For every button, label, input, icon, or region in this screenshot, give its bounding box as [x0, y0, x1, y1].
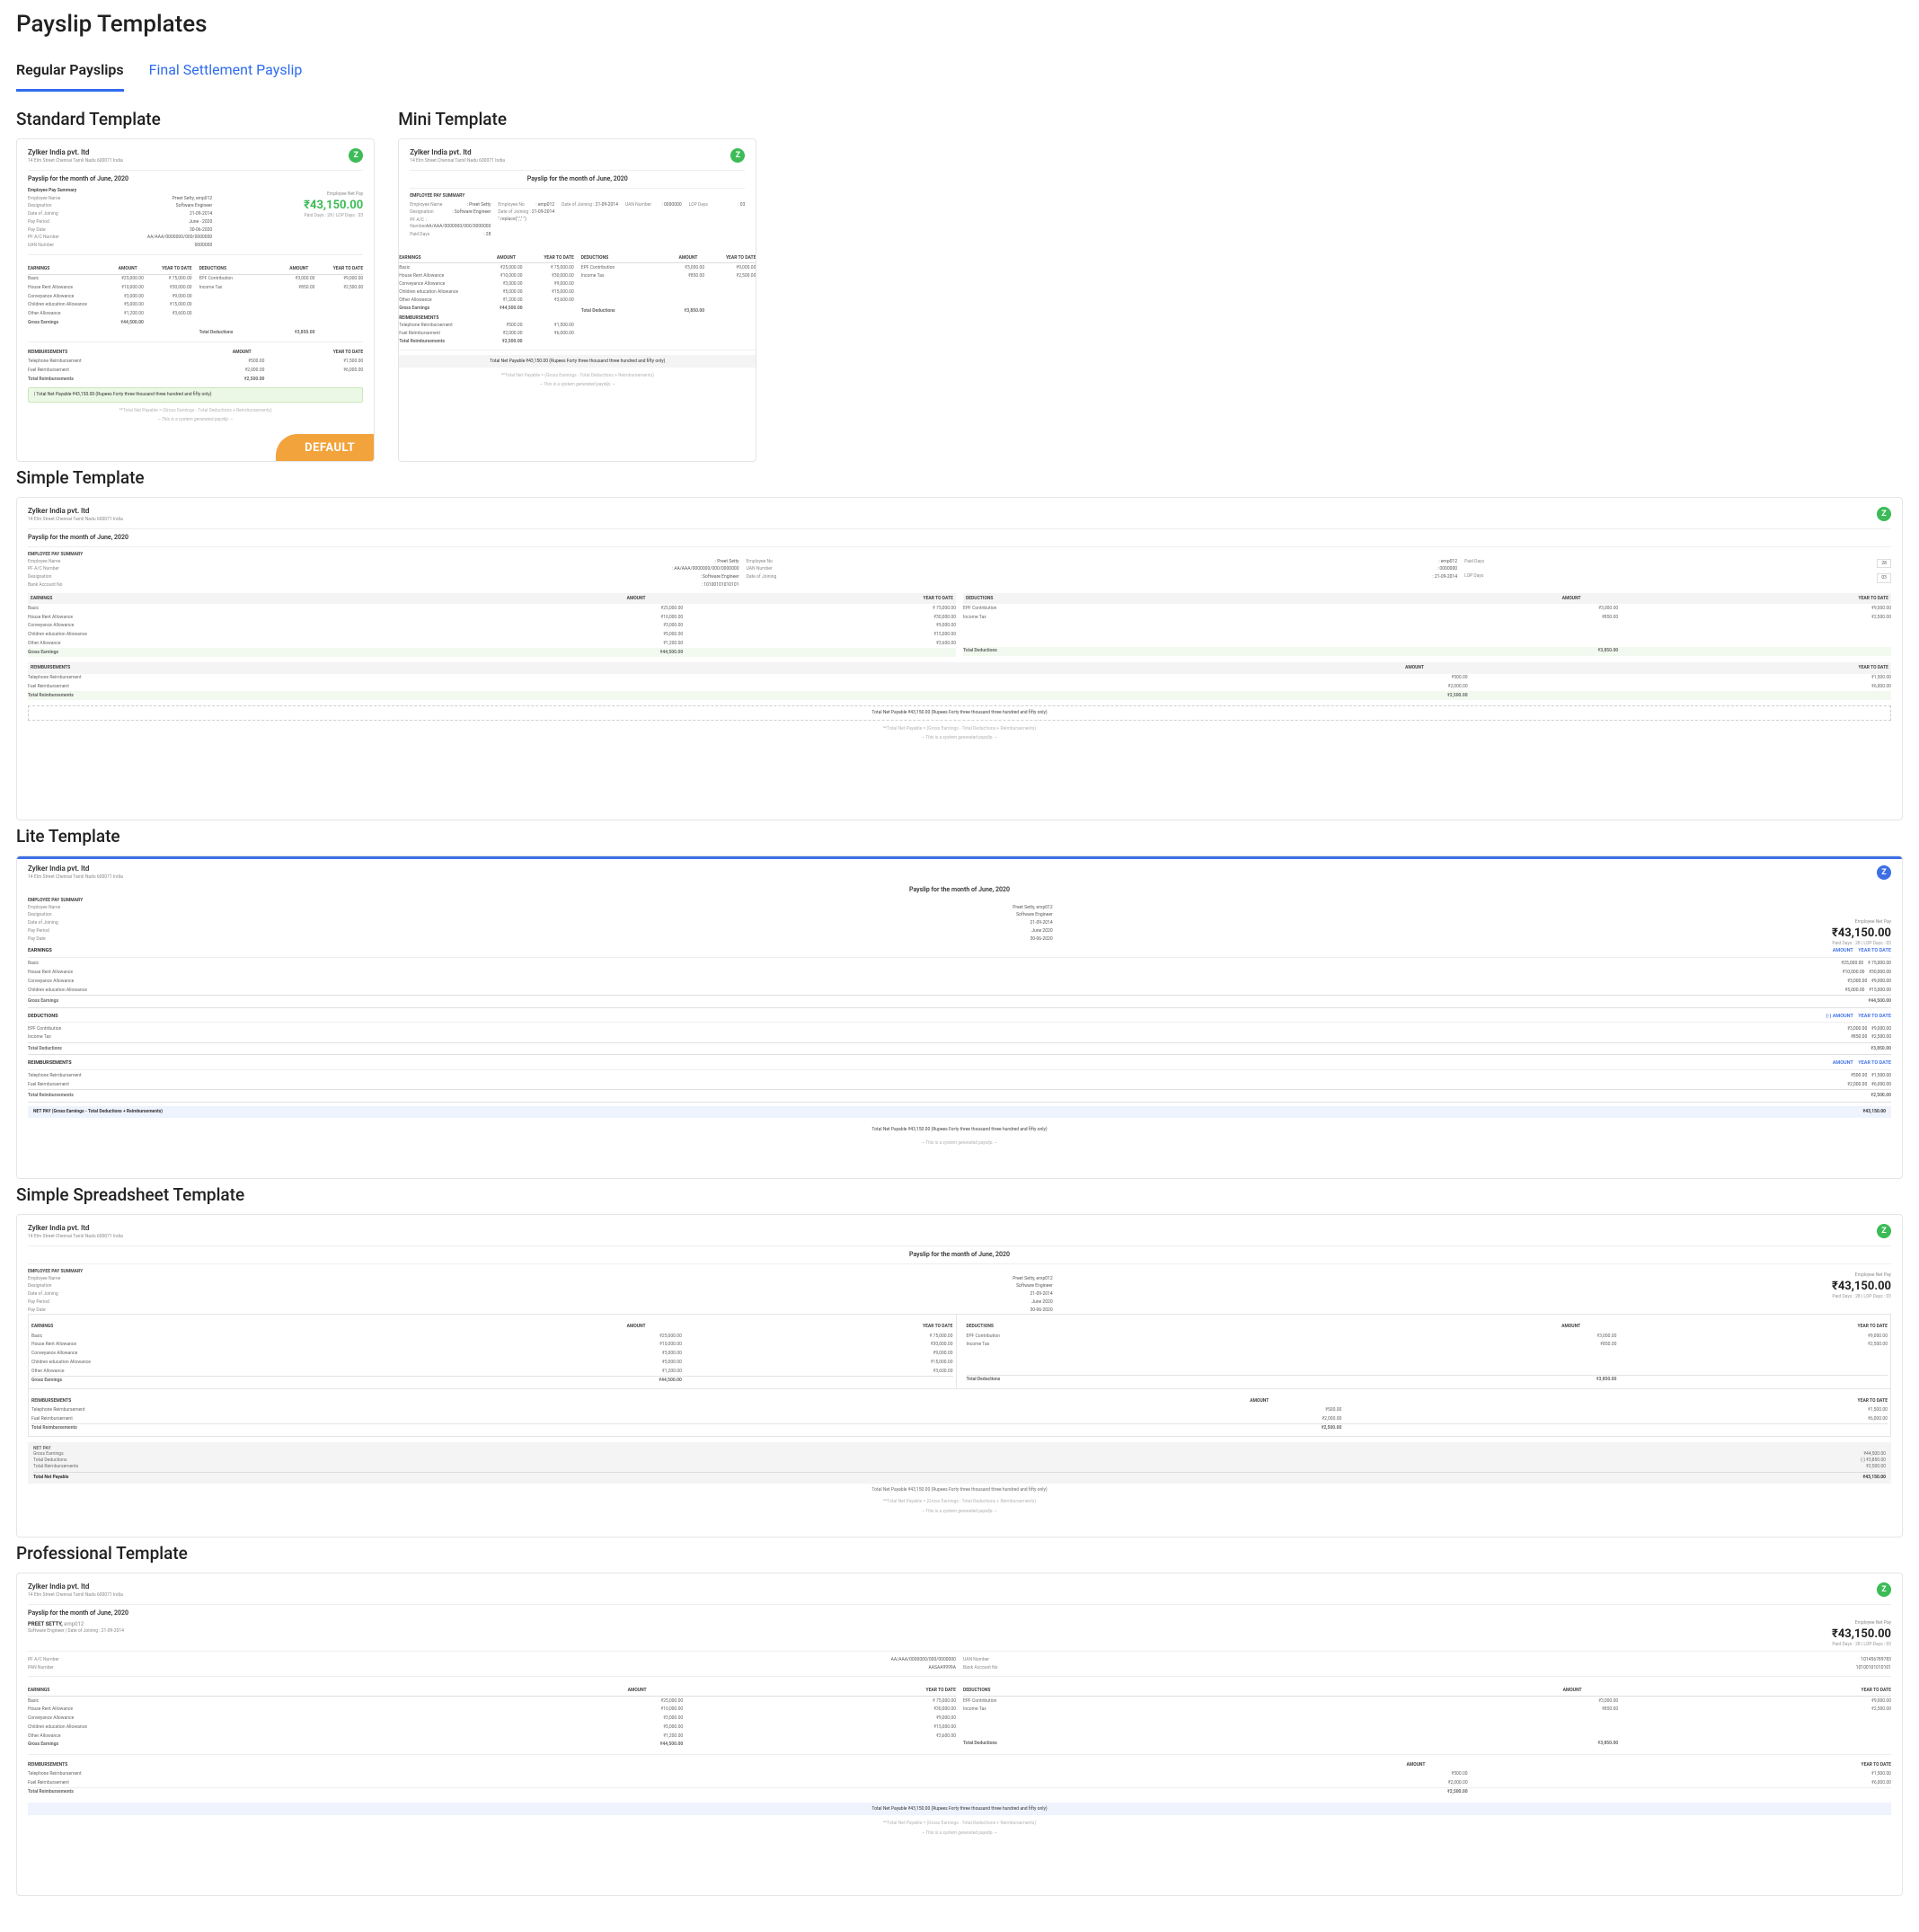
template-card-standard[interactable]: Z Zylker India pvt. ltd 14 Elm Street Ch… [16, 138, 375, 462]
template-title: Professional Template [16, 1543, 1903, 1564]
payslip-month-title: Payslip for the month of June, 2020 [28, 175, 363, 183]
template-lite: Lite Template Z Zylker India pvt. ltd 14… [16, 826, 1903, 1179]
logo-badge: Z [1877, 865, 1891, 880]
default-badge: DEFAULT [276, 434, 375, 462]
template-standard: Standard Template Z Zylker India pvt. lt… [16, 103, 375, 462]
template-card-professional[interactable]: Z Zylker India pvt. ltd 14 Elm Street Ch… [16, 1573, 1903, 1896]
template-simple: Simple Template Z Zylker India pvt. ltd … [16, 467, 1903, 820]
tab-regular-payslips[interactable]: Regular Payslips [16, 54, 124, 92]
template-card-mini[interactable]: Z Zylker India pvt. ltd 14 Elm Street Ch… [398, 138, 756, 462]
tabs: Regular Payslips Final Settlement Paysli… [16, 54, 1903, 93]
template-title: Simple Spreadsheet Template [16, 1184, 1903, 1205]
template-title: Simple Template [16, 467, 1903, 488]
company-name: Zylker India pvt. ltd [28, 148, 363, 158]
template-card-simple[interactable]: Z Zylker India pvt. ltd 14 Elm Street Ch… [16, 497, 1903, 820]
logo-badge: Z [1877, 507, 1891, 521]
page-title: Payslip Templates [16, 11, 1903, 38]
template-card-spreadsheet[interactable]: Z Zylker India pvt. ltd 14 Elm Street Ch… [16, 1214, 1903, 1538]
logo-badge: Z [1877, 1582, 1891, 1597]
template-spreadsheet: Simple Spreadsheet Template Z Zylker Ind… [16, 1184, 1903, 1538]
template-mini: Mini Template Z Zylker India pvt. ltd 14… [398, 103, 756, 462]
template-professional: Professional Template Z Zylker India pvt… [16, 1543, 1903, 1896]
template-title: Lite Template [16, 826, 1903, 846]
template-title: Mini Template [398, 109, 756, 129]
template-card-lite[interactable]: Z Zylker India pvt. ltd 14 Elm Street Ch… [16, 855, 1903, 1179]
tab-final-settlement-payslip[interactable]: Final Settlement Payslip [149, 54, 303, 92]
template-title: Standard Template [16, 109, 375, 129]
net-payable-box: | Total Net Payable ₹43,150.00 (Rupees F… [28, 387, 363, 403]
logo-badge: Z [1877, 1224, 1891, 1238]
company-address: 14 Elm Street Chennai Tamil Nadu 600071 … [28, 158, 363, 164]
